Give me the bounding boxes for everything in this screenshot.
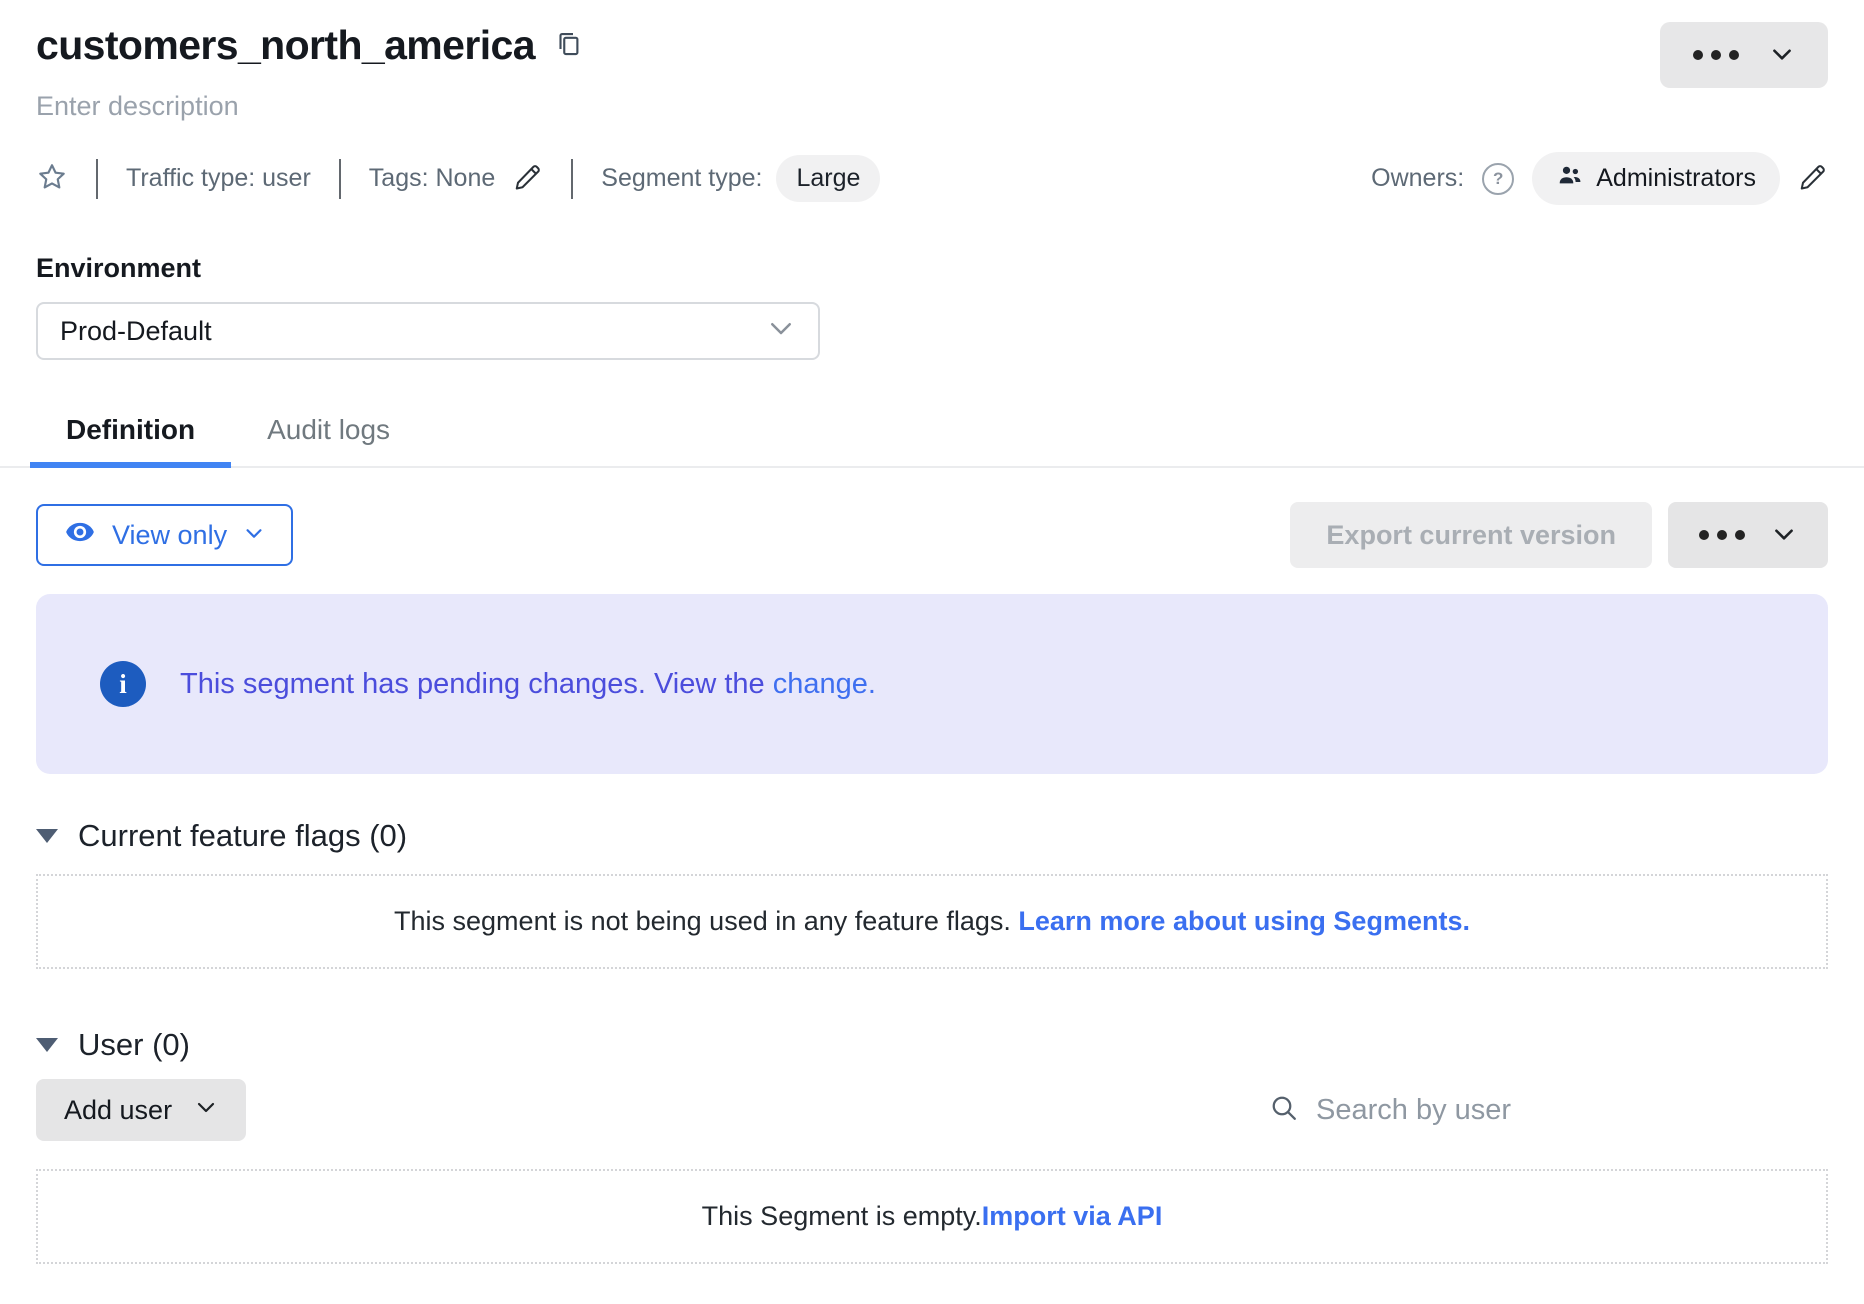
question-circle-icon[interactable]: ? [1482, 163, 1514, 195]
owners-label: Owners: [1371, 164, 1464, 193]
feature-flags-title: Current feature flags (0) [78, 818, 407, 854]
view-change-link[interactable]: change. [773, 668, 876, 700]
edit-tags-button[interactable] [513, 162, 543, 195]
divider [339, 159, 341, 199]
search-icon [1268, 1092, 1300, 1129]
eye-icon [64, 516, 96, 555]
definition-more-actions-button[interactable] [1668, 502, 1828, 568]
pending-changes-banner: i This segment has pending changes. View… [36, 594, 1828, 774]
chevron-down-icon [243, 520, 265, 551]
view-only-button[interactable]: View only [36, 504, 293, 566]
owners-group: Owners: ? Administrators [1371, 152, 1828, 205]
export-current-version-button[interactable]: Export current version [1290, 502, 1652, 568]
users-section: User (0) Add user This Segment is [36, 1027, 1828, 1264]
users-heading[interactable]: User (0) [36, 1027, 1828, 1063]
environment-select[interactable]: Prod-Default [36, 302, 820, 360]
meta-row: Traffic type: user Tags: None Segment ty… [36, 152, 1828, 205]
feature-flags-empty-state: This segment is not being used in any fe… [36, 874, 1828, 969]
caret-down-icon [36, 829, 58, 843]
copy-name-button[interactable] [553, 29, 583, 62]
owners-chip[interactable]: Administrators [1532, 152, 1780, 205]
edit-pencil-icon [513, 162, 543, 195]
user-controls-row: Add user [36, 1079, 1828, 1141]
owners-value: Administrators [1596, 164, 1756, 193]
segment-detail-page: customers_north_america Enter descriptio… [0, 0, 1864, 1264]
users-empty-state: This Segment is empty.Import via API [36, 1169, 1828, 1264]
search-by-user-input[interactable] [1314, 1093, 1828, 1128]
ellipsis-icon [1699, 530, 1745, 540]
page-title: customers_north_america [36, 22, 535, 69]
description-placeholder[interactable]: Enter description [36, 91, 1828, 122]
edit-pencil-icon [1798, 162, 1828, 195]
header-more-actions-button[interactable] [1660, 22, 1828, 88]
chevron-down-icon [1769, 41, 1795, 70]
divider [96, 159, 98, 199]
feature-flags-empty-text: This segment is not being used in any fe… [394, 906, 1018, 936]
info-circle-icon: i [100, 661, 146, 707]
people-icon [1556, 161, 1584, 196]
view-only-label: View only [112, 520, 227, 551]
environment-selected-value: Prod-Default [60, 316, 212, 347]
tab-bar: Definition Audit logs [0, 400, 1864, 468]
tab-audit-logs[interactable]: Audit logs [231, 400, 426, 468]
star-outline-icon [36, 161, 68, 196]
tags-label: Tags: None [369, 164, 495, 193]
traffic-type-label: Traffic type: user [126, 164, 311, 193]
chevron-down-icon [1771, 521, 1797, 550]
feature-flags-heading[interactable]: Current feature flags (0) [36, 818, 1828, 854]
users-empty-text: This Segment is empty. [702, 1201, 982, 1231]
title-row: customers_north_america [36, 22, 1828, 69]
segment-type-label: Segment type: [601, 164, 762, 193]
add-user-label: Add user [64, 1095, 172, 1126]
chevron-down-icon [194, 1095, 218, 1126]
ellipsis-icon [1693, 50, 1739, 60]
users-title: User (0) [78, 1027, 190, 1063]
favorite-star-button[interactable] [36, 161, 68, 196]
pending-changes-message: This segment has pending changes. View t… [180, 668, 876, 701]
chevron-down-icon [766, 313, 796, 350]
copy-icon [553, 29, 583, 62]
toolbar-right-group: Export current version [1290, 502, 1828, 568]
environment-label: Environment [36, 253, 1828, 284]
import-via-api-link[interactable]: Import via API [982, 1201, 1163, 1231]
add-user-button[interactable]: Add user [36, 1079, 246, 1141]
feature-flags-section: Current feature flags (0) This segment i… [36, 818, 1828, 969]
learn-more-segments-link[interactable]: Learn more about using Segments. [1018, 906, 1470, 936]
definition-toolbar: View only Export current version [36, 502, 1828, 568]
tab-definition[interactable]: Definition [30, 400, 231, 468]
caret-down-icon [36, 1038, 58, 1052]
edit-owners-button[interactable] [1798, 162, 1828, 195]
divider [571, 159, 573, 199]
pending-changes-text: This segment has pending changes. View t… [180, 668, 773, 700]
user-search [1268, 1092, 1828, 1129]
environment-section: Environment Prod-Default [36, 253, 1828, 360]
segment-type-badge: Large [776, 155, 880, 202]
